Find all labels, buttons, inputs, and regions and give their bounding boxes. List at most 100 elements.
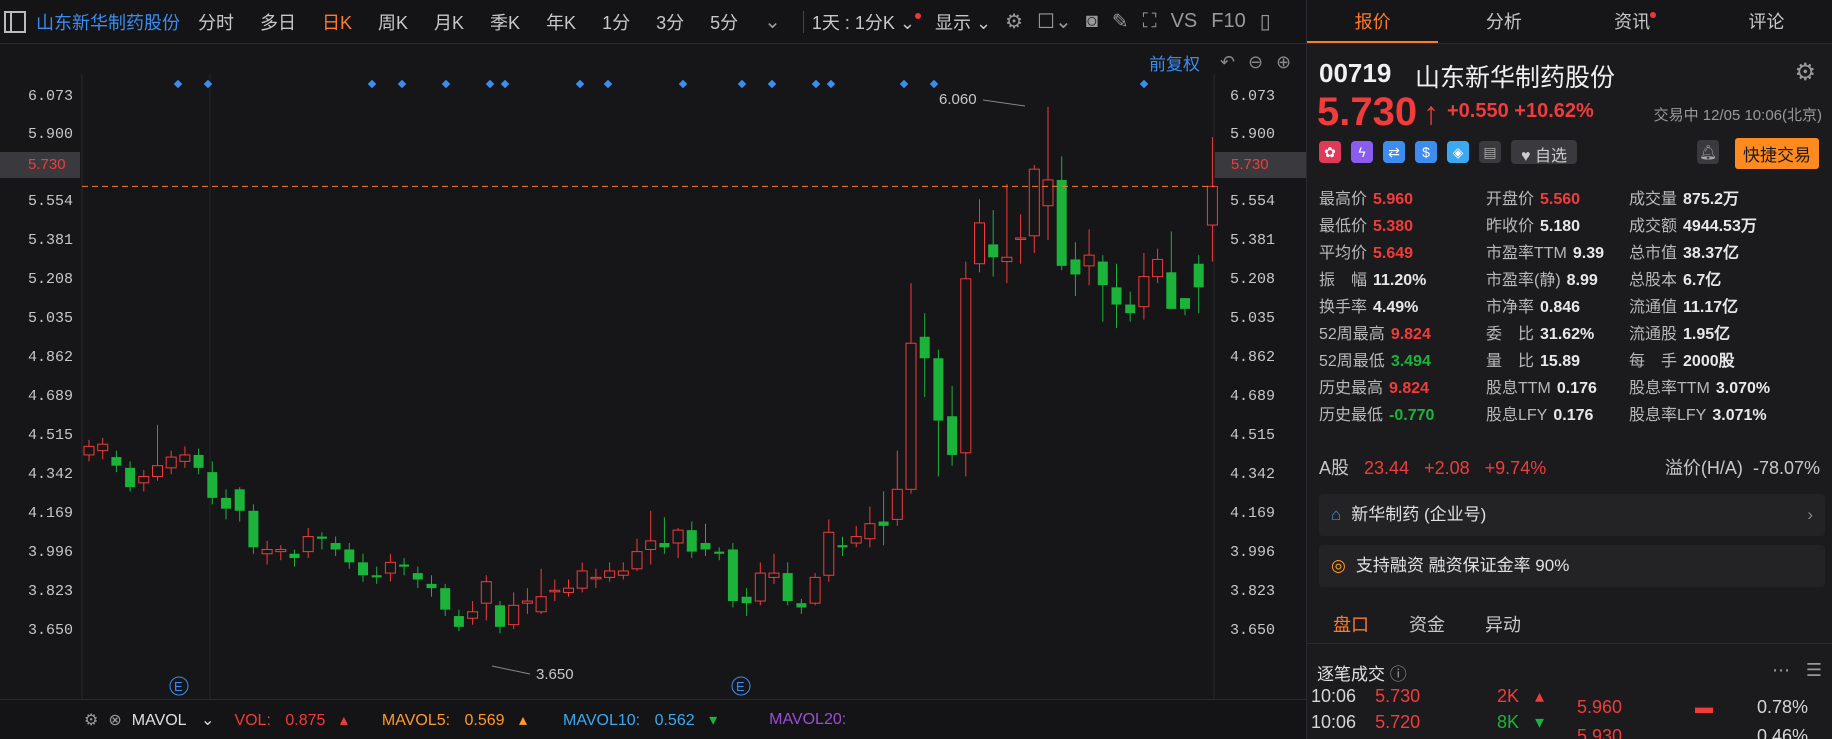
candle-body[interactable]: [768, 572, 780, 578]
event-dot[interactable]: [173, 79, 183, 89]
candle-body[interactable]: [358, 562, 368, 576]
candle-body[interactable]: [221, 497, 231, 509]
a-share-row[interactable]: A股 23.44 +2.08 +9.74%: [1319, 454, 1546, 480]
candle-body[interactable]: [809, 576, 821, 604]
event-dot[interactable]: [500, 79, 510, 89]
event-dot[interactable]: [603, 79, 613, 89]
dollar-icon[interactable]: $: [1415, 141, 1437, 163]
fullscreen-icon[interactable]: ⛶: [1143, 10, 1157, 33]
candle-body[interactable]: [590, 576, 602, 580]
candle-body[interactable]: [1070, 259, 1081, 275]
candle-body[interactable]: [960, 278, 972, 454]
candle-body[interactable]: [521, 600, 533, 604]
candle-body[interactable]: [974, 222, 985, 265]
candle-body[interactable]: [1083, 254, 1095, 267]
candle-body[interactable]: [1152, 258, 1164, 278]
candle-body[interactable]: [1028, 168, 1040, 237]
candle-body[interactable]: [1125, 304, 1136, 314]
event-dot[interactable]: [767, 79, 777, 89]
tab-1min[interactable]: 1分: [602, 9, 630, 35]
kline-chart-area[interactable]: 前复权 ↶ ⊖ ⊕ 6.073 5.900 5.730 5.554 5.381 …: [0, 44, 1307, 699]
candle-body[interactable]: [344, 549, 355, 563]
candle-body[interactable]: [576, 570, 588, 589]
event-dot[interactable]: [485, 79, 495, 89]
candle-body[interactable]: [617, 570, 629, 576]
candle-body[interactable]: [1193, 263, 1204, 288]
tab-comments[interactable]: 评论: [1701, 0, 1832, 43]
margin-financing-card[interactable]: ◎ 支持融资 融资保证金率 90%: [1319, 545, 1825, 587]
candle-body[interactable]: [138, 475, 150, 484]
candle-body[interactable]: [179, 454, 191, 462]
tab-intraday[interactable]: 分时: [198, 9, 234, 35]
add-to-watchlist-button[interactable]: ♥ 自选: [1511, 140, 1577, 165]
candle-body[interactable]: [1138, 276, 1150, 308]
hk-connect-icon[interactable]: ✿: [1319, 141, 1341, 163]
candle-body[interactable]: [97, 443, 109, 452]
candle-body[interactable]: [672, 529, 684, 544]
candle-body[interactable]: [261, 548, 273, 555]
event-dot[interactable]: [811, 79, 821, 89]
candle-body[interactable]: [330, 543, 341, 550]
candle-body[interactable]: [111, 457, 122, 466]
notes-icon[interactable]: ▤: [1479, 141, 1501, 163]
quick-trade-button[interactable]: 快捷交易: [1735, 138, 1819, 169]
candle-body[interactable]: [563, 587, 574, 593]
candle-body[interactable]: [1015, 237, 1027, 240]
candle-body[interactable]: [1166, 272, 1177, 309]
camera-icon[interactable]: ◙: [1086, 10, 1098, 33]
candle-body[interactable]: [207, 472, 218, 498]
candle-body[interactable]: [193, 454, 204, 468]
event-dot[interactable]: [1139, 79, 1149, 89]
candle-body[interactable]: [850, 536, 862, 544]
candle-body[interactable]: [125, 467, 136, 488]
candle-body[interactable]: [508, 604, 520, 626]
candle-body[interactable]: [371, 575, 382, 578]
quote-settings-gear-icon[interactable]: ⚙: [1794, 58, 1816, 87]
candle-body[interactable]: [302, 536, 314, 553]
candle-body[interactable]: [1097, 261, 1108, 286]
candle-body[interactable]: [1111, 287, 1122, 305]
candle-body[interactable]: [384, 561, 396, 574]
candle-body[interactable]: [741, 596, 752, 604]
candle-body[interactable]: [453, 616, 464, 627]
event-dot[interactable]: [397, 79, 407, 89]
candle-body[interactable]: [782, 573, 793, 602]
stock-name-link[interactable]: 山东新华制药股份: [36, 9, 180, 35]
candle-body[interactable]: [248, 510, 259, 548]
candle-body[interactable]: [426, 583, 437, 589]
event-dot[interactable]: [441, 79, 451, 89]
tab-order-book[interactable]: 盘口: [1333, 606, 1369, 643]
candle-body[interactable]: [727, 549, 738, 602]
candle-body[interactable]: [878, 521, 889, 526]
candle-body[interactable]: [837, 545, 848, 548]
candle-body[interactable]: [440, 588, 451, 610]
tab-yearly-k[interactable]: 年K: [546, 9, 576, 35]
candle-body[interactable]: [700, 543, 711, 550]
alert-bell-icon[interactable]: 🔔︎: [1697, 140, 1719, 164]
candle-body[interactable]: [1001, 256, 1013, 263]
period-select[interactable]: 1天 : 1分K ⌄: [812, 9, 922, 35]
indicator-close-icon[interactable]: ⊗: [108, 710, 121, 730]
list-settings-icon[interactable]: ☰: [1806, 660, 1822, 681]
tab-quarterly-k[interactable]: 季K: [490, 9, 520, 35]
tab-quote[interactable]: 报价: [1307, 0, 1439, 43]
candle-body[interactable]: [152, 465, 163, 477]
tab-monthly-k[interactable]: 月K: [434, 9, 464, 35]
candle-body[interactable]: [947, 416, 958, 455]
tab-3min[interactable]: 3分: [656, 9, 684, 35]
candle-body[interactable]: [1180, 298, 1190, 309]
candle-body[interactable]: [495, 605, 505, 627]
candle-body[interactable]: [412, 573, 423, 580]
candle-body[interactable]: [631, 551, 643, 570]
candle-body[interactable]: [988, 244, 999, 258]
candle-body[interactable]: [1206, 185, 1218, 226]
indicator-settings-icon[interactable]: ⚙: [84, 710, 98, 730]
candle-body[interactable]: [919, 336, 930, 359]
candle-body[interactable]: [686, 530, 697, 552]
candle-body[interactable]: [905, 342, 917, 490]
candle-body[interactable]: [645, 540, 657, 550]
event-dot[interactable]: [678, 79, 688, 89]
tab-news[interactable]: 资讯: [1570, 0, 1701, 43]
event-dot[interactable]: [203, 79, 213, 89]
candle-body[interactable]: [823, 531, 835, 576]
